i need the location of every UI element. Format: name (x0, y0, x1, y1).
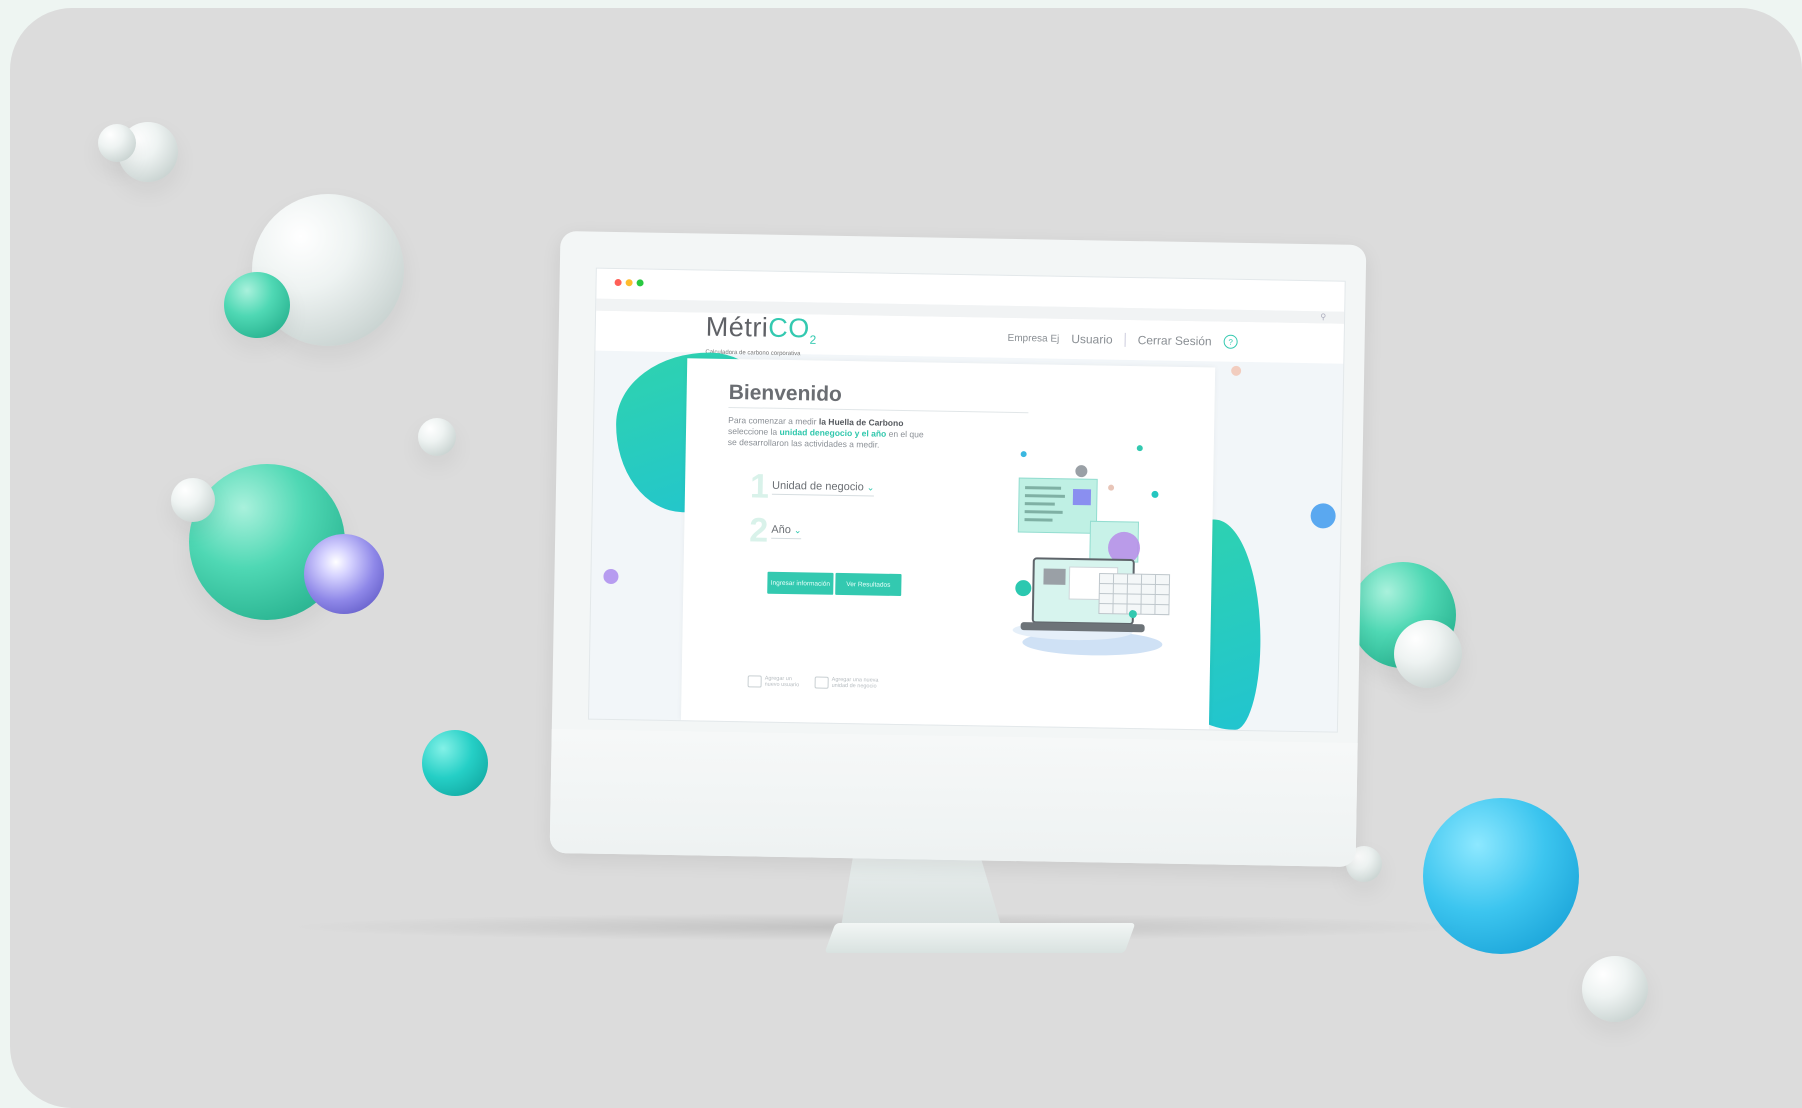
mint-sphere (224, 272, 290, 338)
white-sphere (98, 124, 136, 162)
logo-subscript: 2 (809, 332, 817, 347)
white-sphere (1394, 620, 1462, 688)
line (1024, 502, 1055, 506)
add-business-unit-link[interactable]: Agregar una nueva unidad de negocio (814, 676, 892, 690)
grid (1140, 574, 1143, 615)
welcome-card: Bienvenido Para comenzar a medir la Huel… (680, 358, 1216, 730)
minimize-window-button[interactable] (625, 279, 633, 287)
step-number: 1 (749, 467, 770, 506)
grid (1154, 574, 1157, 615)
business-unit-dropdown[interactable]: Unidad de negocio ⌄ (771, 479, 875, 497)
laptop-illustration (1012, 445, 1171, 656)
year-dropdown[interactable]: Año ⌄ (771, 523, 802, 540)
step-number: 2 (748, 511, 769, 550)
company-name[interactable]: Empresa Ej (1008, 332, 1060, 344)
title-divider (728, 406, 1029, 414)
logout-link[interactable]: Cerrar Sesión (1138, 333, 1212, 348)
screen: ⚲ MétriCO2 Calculadora de carbono corpor… (587, 267, 1346, 733)
line (1024, 518, 1053, 522)
intro-text: Para comenzar a medir la Huella de Carbo… (727, 414, 924, 450)
logo[interactable]: MétriCO2 Calculadora de carbono corporat… (705, 311, 817, 358)
window-panel (1072, 488, 1092, 506)
close-window-button[interactable] (614, 278, 622, 287)
window-panel (1043, 568, 1066, 585)
search-icon[interactable]: ⚲ (1320, 312, 1326, 321)
monitor-stand (840, 853, 1004, 933)
decorative-dot (1310, 503, 1336, 529)
monitor-chin (549, 728, 1358, 867)
help-icon[interactable]: ? (1223, 334, 1238, 349)
dot (1136, 445, 1143, 452)
footer-links: Agregar un nuevo usuario Agregar una nue… (747, 675, 892, 690)
step-business-unit: 1 Unidad de negocio ⌄ (750, 467, 875, 508)
white-sphere (171, 478, 215, 522)
maximize-window-button[interactable] (636, 279, 644, 287)
nav-menu: Empresa Ej Usuario Cerrar Sesión ? (1007, 331, 1238, 349)
window-controls (614, 278, 644, 287)
dot (1075, 465, 1088, 478)
chevron-down-icon: ⌄ (866, 482, 875, 493)
ver-resultados-button[interactable]: Ver Resultados (835, 572, 902, 597)
page-title: Bienvenido (728, 380, 843, 406)
white-sphere (1582, 956, 1648, 1022)
user-add-icon (747, 675, 762, 688)
grid (1126, 573, 1129, 614)
dot (1151, 490, 1159, 498)
monitor-base (824, 923, 1136, 953)
grid (1112, 573, 1115, 614)
step-year: 2 Año ⌄ (749, 511, 802, 551)
dot (1015, 580, 1032, 597)
dot (1108, 484, 1115, 491)
teal-sphere (422, 730, 488, 796)
logo-co: CO (768, 312, 811, 344)
line (1025, 486, 1062, 490)
user-link[interactable]: Usuario (1071, 332, 1113, 347)
building-add-icon (814, 676, 829, 689)
background-stage: ⚲ MétriCO2 Calculadora de carbono corpor… (10, 8, 1802, 1108)
ingresar-informacion-button[interactable]: Ingresar información (767, 571, 834, 595)
logo-main: Métri (705, 311, 769, 343)
decorative-dot (603, 568, 619, 585)
white-sphere (418, 418, 456, 456)
chevron-down-icon: ⌄ (793, 525, 802, 536)
decorative-dot (1231, 365, 1242, 376)
dot (1020, 451, 1027, 458)
nav-divider (1124, 332, 1126, 347)
chrome-sphere (304, 534, 384, 614)
add-user-link[interactable]: Agregar un nuevo usuario (747, 675, 801, 688)
monitor: ⚲ MétriCO2 Calculadora de carbono corpor… (549, 231, 1367, 867)
